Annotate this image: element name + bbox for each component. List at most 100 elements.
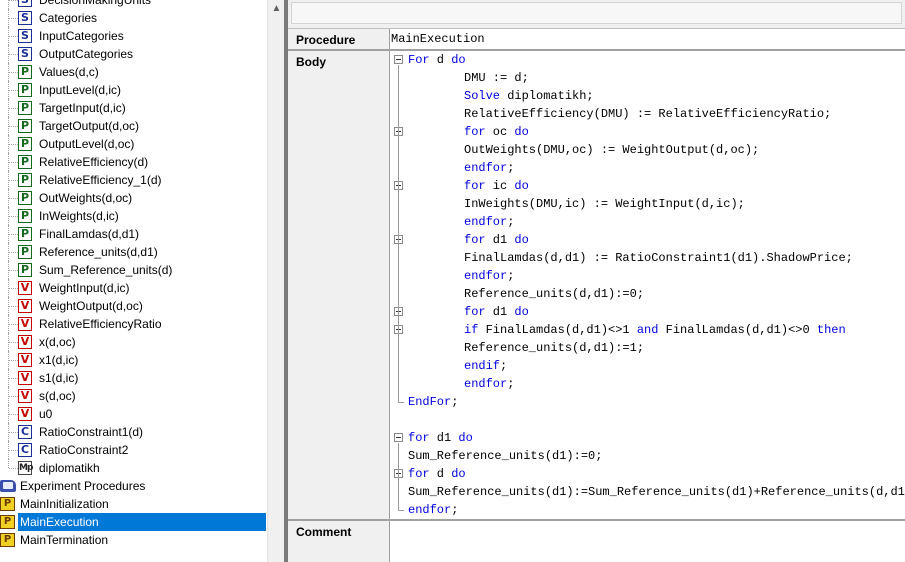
code-token: Sum_Reference_units(d1):=0;: [408, 449, 603, 463]
tree-item-label: Sum_Reference_units(d): [39, 263, 173, 277]
parameter-icon: P: [18, 137, 32, 151]
code-keyword: for: [464, 125, 486, 139]
parameter-icon: P: [18, 155, 32, 169]
tree-item-label: x1(d,ic): [39, 353, 79, 367]
code-text: FinalLamdas(d,d1) := RatioConstraint1(d1…: [464, 249, 853, 267]
parameter-icon: P: [18, 245, 32, 259]
tree-item[interactable]: P OutputLevel(d,oc): [0, 135, 267, 153]
tree-item[interactable]: P Values(d,c): [0, 63, 267, 81]
tree-item[interactable]: P InWeights(d,ic): [0, 207, 267, 225]
toolbar-field[interactable]: [291, 2, 902, 24]
body-code-editor[interactable]: For d do DMU := d; Solve diplomatikh; Relat…: [390, 51, 905, 519]
tree-item[interactable]: S OutputCategories: [0, 45, 267, 63]
tree-item[interactable]: S DecisionMakingUnits: [0, 0, 267, 9]
tree-item[interactable]: P Sum_Reference_units(d): [0, 261, 267, 279]
procedure-icon: P: [0, 497, 15, 511]
comment-field[interactable]: [390, 521, 905, 562]
code-keyword: for: [464, 179, 486, 193]
collapse-icon[interactable]: [394, 55, 403, 64]
tree-item[interactable]: S Categories: [0, 9, 267, 27]
constraint-icon: C: [18, 425, 32, 439]
tree-connector: [9, 54, 18, 55]
variable-icon: V: [18, 389, 32, 403]
code-keyword: endif: [464, 359, 501, 373]
procedure-name-field[interactable]: MainExecution: [390, 29, 905, 49]
code-text: endfor;: [464, 159, 514, 177]
tree-item[interactable]: P TargetInput(d,ic): [0, 99, 267, 117]
tree-item[interactable]: Mp diplomatikh: [0, 459, 267, 477]
constraint-icon: C: [18, 443, 32, 457]
tree-connector: [9, 324, 18, 325]
tree-item[interactable]: Vs(d,oc): [0, 387, 267, 405]
collapse-icon[interactable]: [394, 433, 403, 442]
tree-item[interactable]: Vu0: [0, 405, 267, 423]
code-line: For d do: [390, 51, 905, 69]
tree-item[interactable]: C RatioConstraint2: [0, 441, 267, 459]
code-line: endif;: [390, 357, 905, 375]
tree-item[interactable]: P RelativeEfficiency_1(d): [0, 171, 267, 189]
tree-item[interactable]: Vs1(d,ic): [0, 369, 267, 387]
set-icon: S: [18, 29, 32, 43]
procedures-folder-icon: [0, 480, 16, 492]
tree-item[interactable]: P FinalLamdas(d,d1): [0, 225, 267, 243]
model-tree[interactable]: S DecisionMakingUnits S Categories S InputCat…: [0, 0, 267, 562]
code-line: for d1 do: [390, 303, 905, 321]
tree-item[interactable]: P InputLevel(d,ic): [0, 81, 267, 99]
tree-connector: [8, 459, 9, 468]
tree-item-label: Categories: [39, 11, 98, 25]
attribute-toolbar: [288, 0, 905, 29]
tree-item[interactable]: V RelativeEfficiencyRatio: [0, 315, 267, 333]
code-token: Sum_Reference_units(d1):=Sum_Reference_u…: [408, 485, 905, 499]
code-line: FinalLamdas(d,d1) := RatioConstraint1(d1…: [390, 249, 905, 267]
code-token: diplomatikh;: [500, 89, 594, 103]
tree-connector: [9, 252, 18, 253]
tree-item[interactable]: C RatioConstraint1(d): [0, 423, 267, 441]
code-keyword: then: [816, 323, 846, 337]
tree-item[interactable]: S InputCategories: [0, 27, 267, 45]
tree-connector: [9, 180, 18, 181]
code-token: InWeights(DMU,ic) := WeightInput(d,ic);: [464, 197, 745, 211]
code-token: ;: [507, 215, 515, 229]
tree-connector: [9, 288, 18, 289]
tree-item[interactable]: V WeightInput(d,ic): [0, 279, 267, 297]
tree-connector: [9, 270, 18, 271]
code-token: Reference_units(d,d1):=1;: [464, 341, 645, 355]
tree-item[interactable]: Vx(d,oc): [0, 333, 267, 351]
parameter-icon: P: [18, 173, 32, 187]
tree-item[interactable]: P MainTermination: [0, 531, 267, 549]
code-line: for d1 do: [390, 429, 905, 447]
code-line: endfor;: [390, 213, 905, 231]
tree-item[interactable]: Experiment Procedures: [0, 477, 267, 495]
tree-item[interactable]: P RelativeEfficiency(d): [0, 153, 267, 171]
tree-item-label: s(d,oc): [39, 389, 76, 403]
code-line: Sum_Reference_units(d1):=Sum_Reference_u…: [390, 483, 905, 501]
variable-icon: V: [18, 299, 32, 313]
code-line: Sum_Reference_units(d1):=0;: [390, 447, 905, 465]
tree-connector: [9, 108, 18, 109]
code-keyword: do: [514, 233, 529, 247]
code-token: FinalLamdas(d,d1)<>1: [478, 323, 637, 337]
code-keyword: and: [636, 323, 659, 337]
tree-item-label: diplomatikh: [39, 461, 100, 475]
tree-item[interactable]: P Reference_units(d,d1): [0, 243, 267, 261]
code-text: endfor;: [464, 213, 514, 231]
code-keyword: do: [458, 431, 473, 445]
tree-item-label: RatioConstraint2: [39, 443, 129, 457]
tree-item-label: x(d,oc): [39, 335, 76, 349]
tree-item[interactable]: V WeightOutput(d,oc): [0, 297, 267, 315]
tree-item-label: RelativeEfficiencyRatio: [39, 317, 162, 331]
tree-item-label: InWeights(d,ic): [39, 209, 119, 223]
tree-connector: [9, 144, 18, 145]
tree-connector: [9, 468, 18, 469]
code-keyword: do: [514, 305, 529, 319]
tree-item[interactable]: P MainInitialization: [0, 495, 267, 513]
tree-item[interactable]: P MainExecution: [0, 513, 267, 531]
tree-item[interactable]: Vx1(d,ic): [0, 351, 267, 369]
tree-item[interactable]: P TargetOutput(d,oc): [0, 117, 267, 135]
tree-scrollbar[interactable]: ▲: [267, 0, 284, 562]
code-text: Reference_units(d,d1):=0;: [464, 285, 644, 303]
tree-connector: [9, 234, 18, 235]
tree-item[interactable]: P OutWeights(d,oc): [0, 189, 267, 207]
tree-connector: [9, 450, 18, 451]
scroll-up-icon[interactable]: ▲: [268, 0, 285, 17]
